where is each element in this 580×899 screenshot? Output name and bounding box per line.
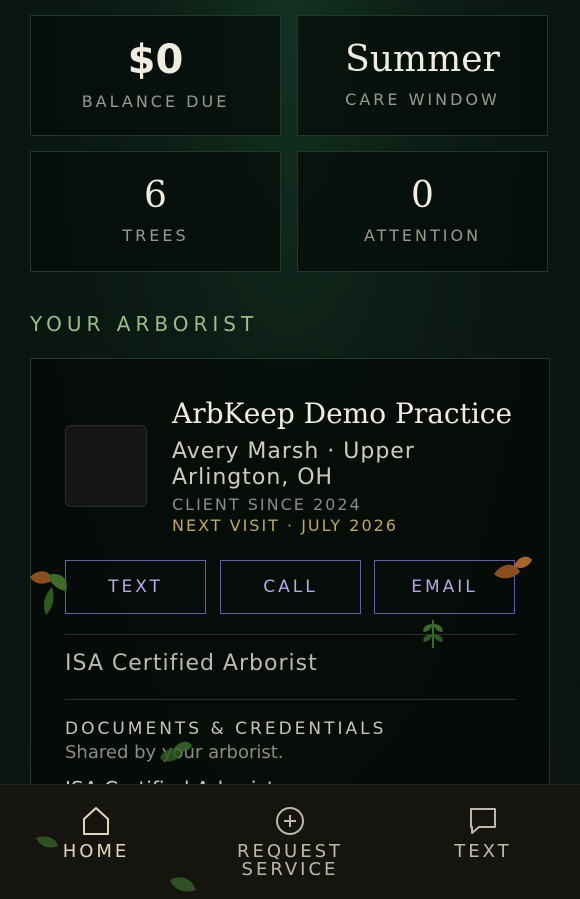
call-button[interactable]: CALL (220, 560, 361, 614)
avatar (65, 425, 147, 507)
nav-text[interactable]: TEXT (403, 805, 563, 861)
attention-tile: 0 ATTENTION (297, 151, 548, 272)
trees-tile: 6 TREES (30, 151, 281, 272)
plus-circle-icon (276, 807, 304, 835)
care-window-value: Summer (345, 39, 500, 80)
leaf-icon (36, 836, 58, 848)
divider (65, 699, 516, 700)
leaf-icon (30, 571, 67, 615)
documents-title: DOCUMENTS & CREDENTIALS (65, 719, 387, 739)
next-visit: NEXT VISIT · JULY 2026 (172, 516, 398, 535)
arborist-name-location: Avery Marsh · Upper Arlington, OH (172, 439, 415, 490)
nav-request-service[interactable]: REQUEST SERVICE (210, 805, 370, 879)
care-window-label: CARE WINDOW (345, 90, 500, 109)
leaf-icon (160, 741, 192, 762)
text-button[interactable]: TEXT (65, 560, 206, 614)
care-window-tile: Summer CARE WINDOW (297, 15, 548, 136)
balance-due-label: BALANCE DUE (81, 92, 230, 111)
attention-label: ATTENTION (363, 226, 482, 245)
leaf-icon (170, 877, 196, 892)
arborist-card: ArbKeep Demo Practice Avery Marsh · Uppe… (30, 358, 550, 818)
leaf-icon (494, 556, 532, 579)
attention-value: 0 (411, 175, 434, 216)
nav-home-label: HOME (62, 841, 130, 862)
balance-due-value: $0 (127, 37, 184, 83)
leaf-icon (423, 620, 443, 648)
certification: ISA Certified Arborist (65, 651, 318, 676)
balance-due-tile: $0 BALANCE DUE (30, 15, 281, 136)
chat-bubble-icon (470, 808, 496, 834)
section-heading-arborist: YOUR ARBORIST (30, 312, 259, 336)
nav-text-label: TEXT (454, 841, 512, 862)
trees-value: 6 (144, 175, 167, 216)
client-since: CLIENT SINCE 2024 (172, 495, 362, 514)
divider (65, 634, 516, 635)
trees-label: TREES (122, 226, 189, 245)
home-icon (83, 807, 109, 835)
practice-name: ArbKeep Demo Practice (172, 397, 513, 430)
nav-request-service-label: REQUEST SERVICE (236, 841, 344, 880)
bottom-nav: HOME REQUEST SERVICE TEXT (0, 784, 580, 899)
